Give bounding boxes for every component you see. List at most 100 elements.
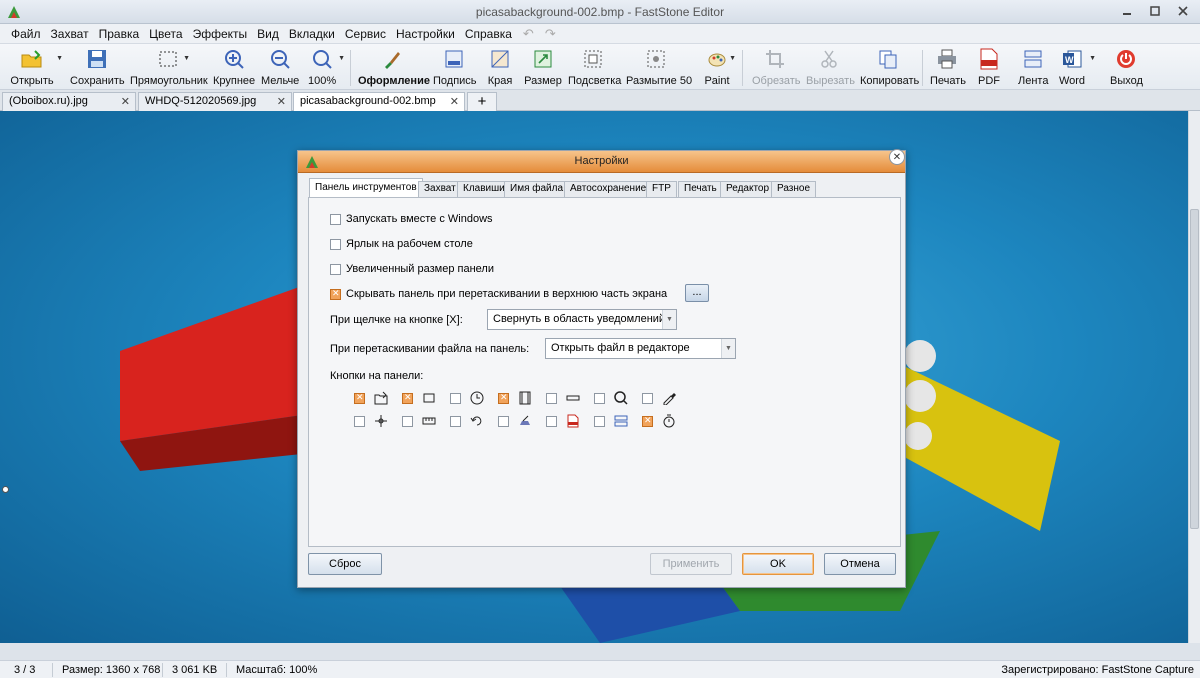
checkbox-checked[interactable] [354, 392, 365, 404]
word-button[interactable]: W Word ▼ [1058, 47, 1096, 89]
checkbox[interactable] [402, 415, 413, 427]
checkbox[interactable] [594, 415, 605, 427]
vertical-scrollbar[interactable] [1188, 111, 1200, 643]
tab-ftp[interactable]: FTP [646, 181, 677, 197]
option-desktop-shortcut[interactable]: Ярлык на рабочем столе [330, 238, 473, 250]
tab-editor[interactable]: Редактор [720, 181, 776, 197]
copy-button[interactable]: Копировать [860, 47, 919, 89]
checkbox-checked[interactable] [402, 392, 413, 404]
open-dropdown-icon[interactable]: ▼ [56, 55, 63, 62]
tab-capture[interactable]: Захват [418, 181, 462, 197]
menu-colors[interactable]: Цвета [144, 24, 187, 44]
tab-toolbar[interactable]: Панель инструментов [309, 178, 423, 198]
scrollbar-thumb[interactable] [1190, 209, 1199, 529]
crop-button[interactable]: Обрезать [752, 47, 801, 89]
menu-help[interactable]: Справка [460, 24, 517, 44]
checkbox-checked[interactable] [330, 288, 341, 300]
open-folder-icon [21, 50, 42, 68]
resize-button[interactable]: Размер [524, 47, 562, 89]
save-button[interactable]: Сохранить [70, 47, 125, 89]
menu-settings[interactable]: Настройки [391, 24, 460, 44]
add-tab-button[interactable]: + [467, 92, 497, 111]
checkbox-checked[interactable] [498, 392, 509, 404]
ok-button[interactable]: OK [742, 553, 814, 575]
dialog-close-button[interactable]: ✕ [889, 149, 905, 165]
option-large-panel[interactable]: Увеличенный размер панели [330, 263, 494, 275]
chevron-down-icon[interactable]: ▼ [721, 339, 735, 358]
undo-icon[interactable]: ↶ [523, 26, 539, 42]
crosshair-icon [374, 414, 388, 428]
checkbox[interactable] [546, 415, 557, 427]
minimize-button[interactable] [1114, 2, 1140, 20]
apply-button[interactable]: Применить [650, 553, 732, 575]
menu-tools[interactable]: Сервис [340, 24, 391, 44]
print-button[interactable]: Печать [930, 47, 966, 89]
checkbox[interactable] [330, 238, 341, 250]
tab-autosave[interactable]: Автосохранение [564, 181, 653, 197]
click-x-select[interactable]: Свернуть в область уведомлений ▼ [487, 309, 677, 330]
tab-misc[interactable]: Разное [771, 181, 817, 197]
tab-whdq[interactable]: WHDQ-512020569.jpg ✕ [138, 92, 292, 111]
exit-button[interactable]: Выход [1110, 47, 1143, 89]
paint-dropdown-icon[interactable]: ▼ [729, 55, 736, 62]
close-tab-icon[interactable]: ✕ [450, 95, 459, 108]
close-tab-icon[interactable]: ✕ [121, 95, 130, 108]
checkbox[interactable] [330, 213, 341, 225]
zoom-100-button[interactable]: 100% ▼ [308, 47, 345, 89]
menu-file[interactable]: Файл [6, 24, 46, 44]
checkbox[interactable] [450, 392, 461, 404]
tab-oboibox[interactable]: (Oboibox.ru).jpg ✕ [2, 92, 136, 111]
close-button[interactable] [1170, 2, 1196, 20]
resize-handle[interactable] [2, 486, 9, 493]
zoom-in-button[interactable]: Крупнее [213, 47, 255, 89]
checkbox-checked[interactable] [642, 415, 653, 427]
option-hide-panel[interactable]: Скрывать панель при перетаскивании в вер… [330, 288, 667, 300]
close-tab-icon[interactable]: ✕ [277, 95, 286, 108]
drop-file-select[interactable]: Открыть файл в редакторе ▼ [545, 338, 736, 359]
title-bar: picasabackground-002.bmp - FastStone Edi… [0, 0, 1200, 24]
checkbox[interactable] [498, 415, 509, 427]
spotlight-button[interactable]: Подсветка [568, 47, 621, 89]
tab-hotkeys[interactable]: Клавиши [457, 181, 511, 197]
rectangle-button[interactable]: Прямоугольник ▼ [130, 47, 208, 89]
open-button[interactable]: Открыть ▼ [10, 47, 63, 89]
chevron-down-icon[interactable]: ▼ [662, 310, 676, 329]
cancel-button[interactable]: Отмена [824, 553, 896, 575]
reset-button[interactable]: Сброс [308, 553, 382, 575]
checkbox[interactable] [330, 263, 341, 275]
resize-icon [534, 50, 552, 68]
checkbox[interactable] [546, 392, 557, 404]
tab-filename[interactable]: Имя файла [504, 181, 570, 197]
design-button[interactable]: Оформление [358, 47, 430, 89]
checkbox[interactable] [354, 415, 365, 427]
ribbon-button[interactable]: Лента [1018, 47, 1048, 89]
menu-tabs[interactable]: Вкладки [284, 24, 340, 44]
checkbox[interactable] [450, 415, 461, 427]
cut-button[interactable]: Вырезать [806, 47, 855, 89]
maximize-button[interactable] [1142, 2, 1168, 20]
tab-print[interactable]: Печать [678, 181, 723, 197]
ribbon-small-icon [614, 414, 628, 428]
zoom-out-button[interactable]: Мельче [261, 47, 299, 89]
menu-capture[interactable]: Захват [46, 24, 94, 44]
menu-edit[interactable]: Правка [94, 24, 145, 44]
zoom-level: Масштаб: 100% [236, 664, 318, 676]
pdf-button[interactable]: PDF [976, 47, 1002, 89]
menu-effects[interactable]: Эффекты [188, 24, 253, 44]
redo-icon[interactable]: ↷ [545, 26, 561, 42]
hide-panel-settings-button[interactable]: ... [685, 284, 709, 302]
rectangle-capture-icon [422, 391, 436, 405]
option-run-with-windows[interactable]: Запускать вместе с Windows [330, 213, 493, 225]
caption-button[interactable]: Подпись [433, 47, 477, 89]
blur-button[interactable]: Размытие 50 [626, 47, 692, 89]
menu-view[interactable]: Вид [252, 24, 284, 44]
paint-button[interactable]: Paint ▼ [704, 47, 736, 89]
edges-button[interactable]: Края [486, 47, 514, 89]
word-dropdown-icon[interactable]: ▼ [1089, 55, 1096, 62]
zoom-dropdown-icon[interactable]: ▼ [338, 55, 345, 62]
tab-picasabackground[interactable]: picasabackground-002.bmp ✕ [293, 92, 465, 112]
checkbox[interactable] [594, 392, 605, 404]
rectangle-dropdown-icon[interactable]: ▼ [183, 55, 190, 62]
checkbox[interactable] [642, 392, 653, 404]
pdf-small-icon [566, 414, 580, 428]
